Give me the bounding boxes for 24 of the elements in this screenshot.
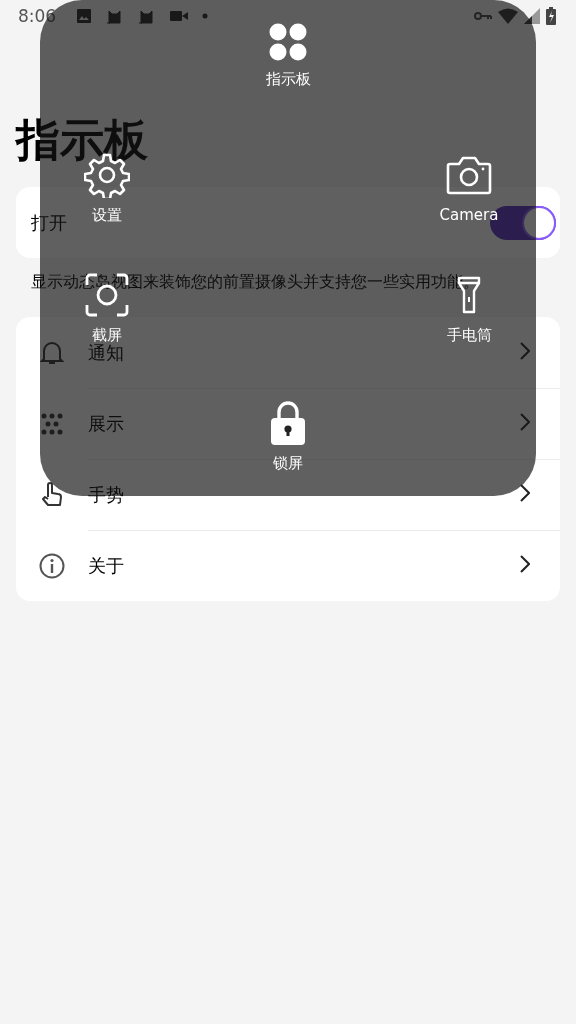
lock-icon: [271, 401, 305, 445]
panel-action-label[interactable]: 截屏: [92, 326, 122, 345]
panel-action-label[interactable]: 手电筒: [446, 326, 492, 345]
info-icon: [39, 552, 65, 579]
four-dots-icon: [269, 23, 307, 61]
bell-icon: [40, 339, 64, 366]
image-icon: [76, 8, 93, 24]
panel-action-label[interactable]: Camera: [439, 206, 499, 224]
key-icon: [474, 11, 492, 21]
video-camera-icon: [170, 10, 189, 22]
panel-action-label[interactable]: 指示板: [265, 70, 311, 89]
panel-action-label[interactable]: 锁屏: [273, 454, 303, 473]
dot-icon: [202, 13, 209, 19]
battery-charging-icon: [546, 7, 556, 25]
chevron-right-icon: [520, 341, 530, 360]
chevron-right-icon: [520, 483, 530, 502]
menu-item[interactable]: 关于: [88, 553, 124, 578]
dots-grid-icon: [41, 412, 63, 435]
chevron-right-icon: [520, 412, 530, 431]
panel-action-label[interactable]: 设置: [92, 206, 122, 225]
signal-icon: [524, 8, 540, 24]
chevron-right-icon: [520, 554, 530, 573]
toggle-label: 打开: [31, 210, 67, 235]
wifi-icon: [498, 8, 518, 24]
